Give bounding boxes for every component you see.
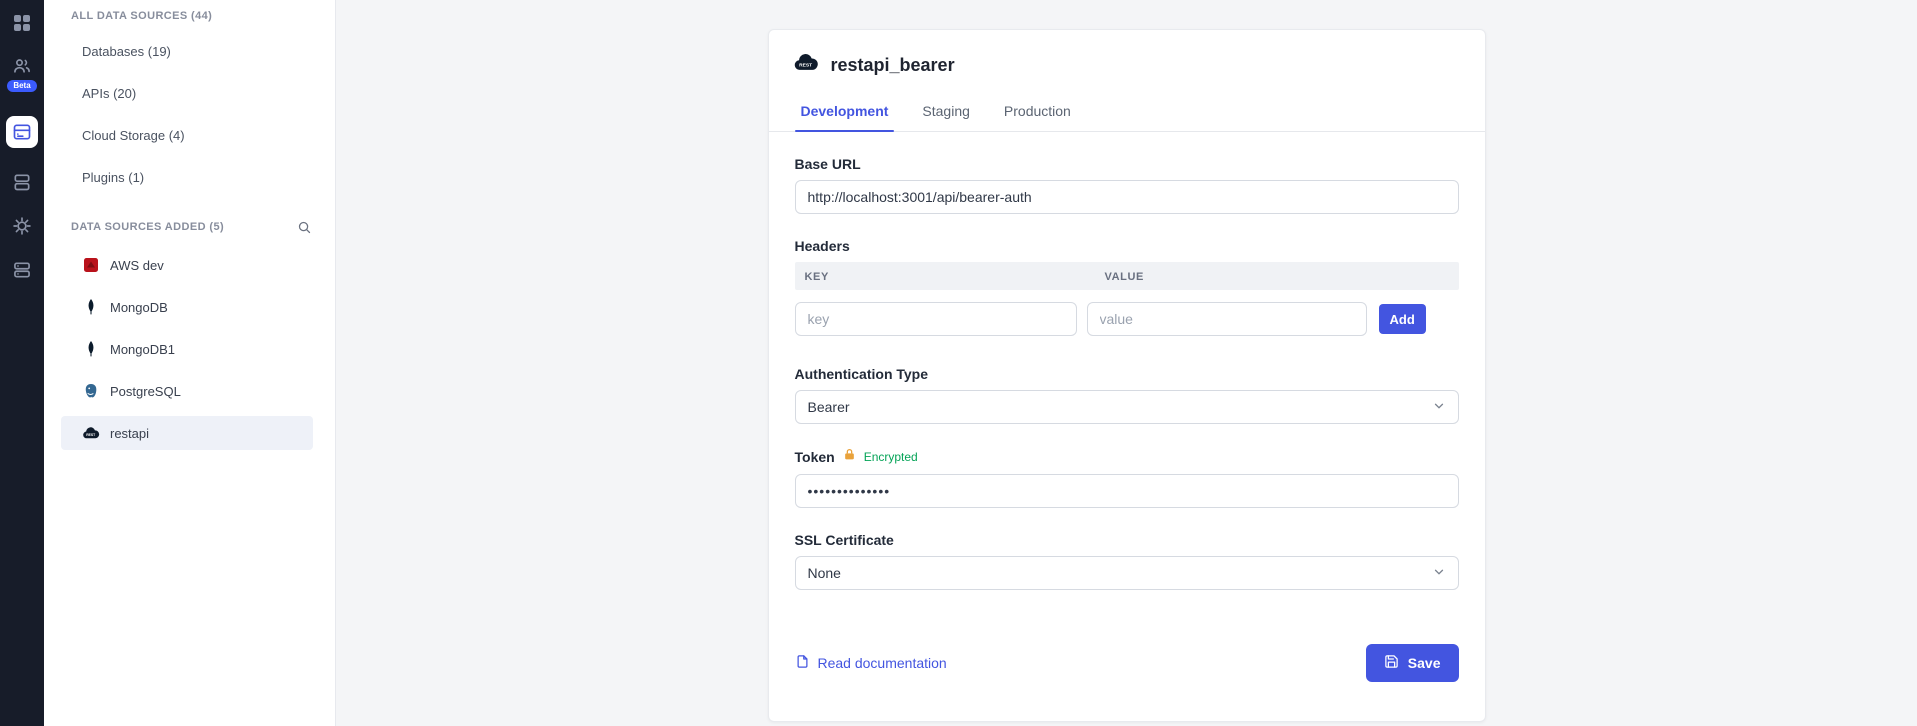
restapi-cloud-icon: REST bbox=[793, 54, 819, 77]
config-form: Base URL Headers KEY VALUE Add bbox=[769, 132, 1485, 710]
svg-text:REST: REST bbox=[86, 433, 96, 437]
datasource-item-aws-dev[interactable]: AWS dev bbox=[61, 248, 313, 282]
layers-icon bbox=[12, 172, 32, 192]
users-nav-button[interactable]: Beta bbox=[7, 56, 36, 92]
tab-staging[interactable]: Staging bbox=[910, 93, 981, 131]
svg-text:REST: REST bbox=[799, 63, 812, 69]
header-value-input[interactable] bbox=[1087, 302, 1367, 336]
ssl-certificate-label: SSL Certificate bbox=[795, 532, 1459, 548]
layers-nav-button[interactable] bbox=[12, 172, 32, 192]
card-header: REST restapi_bearer bbox=[769, 30, 1485, 77]
beta-badge: Beta bbox=[7, 80, 36, 92]
sidebar-item-plugins[interactable]: Plugins (1) bbox=[44, 156, 335, 198]
base-url-label: Base URL bbox=[795, 156, 1459, 172]
save-icon bbox=[1384, 654, 1399, 672]
sidebar-item-apis[interactable]: APIs (20) bbox=[44, 72, 335, 114]
storage-nav-button[interactable] bbox=[12, 260, 32, 280]
page-title: restapi_bearer bbox=[831, 55, 955, 76]
mongodb-icon bbox=[82, 298, 100, 316]
form-footer: Read documentation Save bbox=[795, 644, 1459, 710]
document-icon bbox=[795, 654, 810, 672]
lock-icon bbox=[843, 448, 856, 466]
auth-type-select[interactable]: Bearer bbox=[795, 390, 1459, 424]
mongodb-icon bbox=[82, 340, 100, 358]
apps-grid-icon bbox=[13, 14, 31, 32]
section-title: DATA SOURCES ADDED (5) bbox=[71, 221, 224, 233]
datasources-sidebar: ALL DATA SOURCES (44) Databases (19) API… bbox=[44, 0, 336, 726]
tab-production[interactable]: Production bbox=[992, 93, 1083, 131]
gear-icon bbox=[12, 216, 32, 236]
main-content: REST restapi_bearer Development Staging … bbox=[336, 0, 1917, 726]
datasource-item-label: MongoDB bbox=[110, 300, 168, 315]
datasource-item-label: restapi bbox=[110, 426, 149, 441]
base-url-field: Base URL bbox=[795, 156, 1459, 214]
token-input[interactable] bbox=[795, 474, 1459, 508]
save-button[interactable]: Save bbox=[1366, 644, 1459, 682]
data-sources-added-section-header: DATA SOURCES ADDED (5) bbox=[44, 198, 335, 248]
add-header-button[interactable]: Add bbox=[1379, 304, 1426, 334]
environment-tabs: Development Staging Production bbox=[769, 93, 1485, 132]
header-key-input[interactable] bbox=[795, 302, 1077, 336]
token-label-row: Token Encrypted bbox=[795, 448, 1459, 466]
read-documentation-link[interactable]: Read documentation bbox=[795, 654, 947, 672]
auth-type-label: Authentication Type bbox=[795, 366, 1459, 382]
server-icon bbox=[12, 260, 32, 280]
value-column-header: VALUE bbox=[1105, 271, 1144, 283]
base-url-input[interactable] bbox=[795, 180, 1459, 214]
save-button-label: Save bbox=[1408, 655, 1441, 671]
datasource-item-postgresql[interactable]: PostgreSQL bbox=[61, 374, 313, 408]
key-column-header: KEY bbox=[805, 271, 829, 283]
header-key-value-row: Add bbox=[795, 302, 1459, 336]
datasource-item-label: AWS dev bbox=[110, 258, 164, 273]
settings-nav-button[interactable] bbox=[12, 216, 32, 236]
datasource-config-card: REST restapi_bearer Development Staging … bbox=[768, 29, 1486, 722]
tab-development[interactable]: Development bbox=[789, 93, 901, 131]
auth-type-value: Bearer bbox=[808, 399, 850, 415]
users-icon bbox=[12, 56, 32, 76]
auth-type-field: Authentication Type Bearer bbox=[795, 366, 1459, 424]
restapi-cloud-icon: REST bbox=[82, 424, 100, 442]
ssl-certificate-select[interactable]: None bbox=[795, 556, 1459, 590]
datasource-item-label: MongoDB1 bbox=[110, 342, 175, 357]
title-row: REST restapi_bearer bbox=[793, 54, 1461, 77]
headers-table-header: KEY VALUE bbox=[795, 262, 1459, 290]
token-field: Token Encrypted bbox=[795, 448, 1459, 508]
ssl-certificate-value: None bbox=[808, 565, 841, 581]
datasources-icon bbox=[6, 116, 38, 148]
app-window: Beta bbox=[0, 0, 1917, 726]
datasources-nav-button-active[interactable] bbox=[6, 116, 38, 148]
encrypted-badge: Encrypted bbox=[864, 450, 918, 464]
aws-icon bbox=[82, 256, 100, 274]
search-datasources-button[interactable] bbox=[291, 214, 317, 240]
chevron-down-icon bbox=[1432, 399, 1446, 416]
ssl-certificate-field: SSL Certificate None bbox=[795, 532, 1459, 590]
icon-rail: Beta bbox=[0, 0, 44, 726]
section-title: ALL DATA SOURCES (44) bbox=[71, 10, 212, 22]
headers-section: Headers KEY VALUE Add bbox=[795, 238, 1459, 336]
sidebar-item-cloud-storage[interactable]: Cloud Storage (4) bbox=[44, 114, 335, 156]
sidebar-item-databases[interactable]: Databases (19) bbox=[44, 30, 335, 72]
headers-label: Headers bbox=[795, 238, 1459, 254]
datasource-item-restapi-selected[interactable]: REST restapi bbox=[61, 416, 313, 450]
datasource-item-label: PostgreSQL bbox=[110, 384, 181, 399]
apps-nav-button[interactable] bbox=[13, 14, 31, 32]
datasource-item-mongodb[interactable]: MongoDB bbox=[61, 290, 313, 324]
chevron-down-icon bbox=[1432, 565, 1446, 582]
all-data-sources-section-header: ALL DATA SOURCES (44) bbox=[44, 2, 335, 30]
token-label: Token bbox=[795, 449, 835, 465]
postgresql-icon bbox=[82, 382, 100, 400]
read-documentation-label: Read documentation bbox=[818, 655, 947, 671]
datasource-item-mongodb1[interactable]: MongoDB1 bbox=[61, 332, 313, 366]
